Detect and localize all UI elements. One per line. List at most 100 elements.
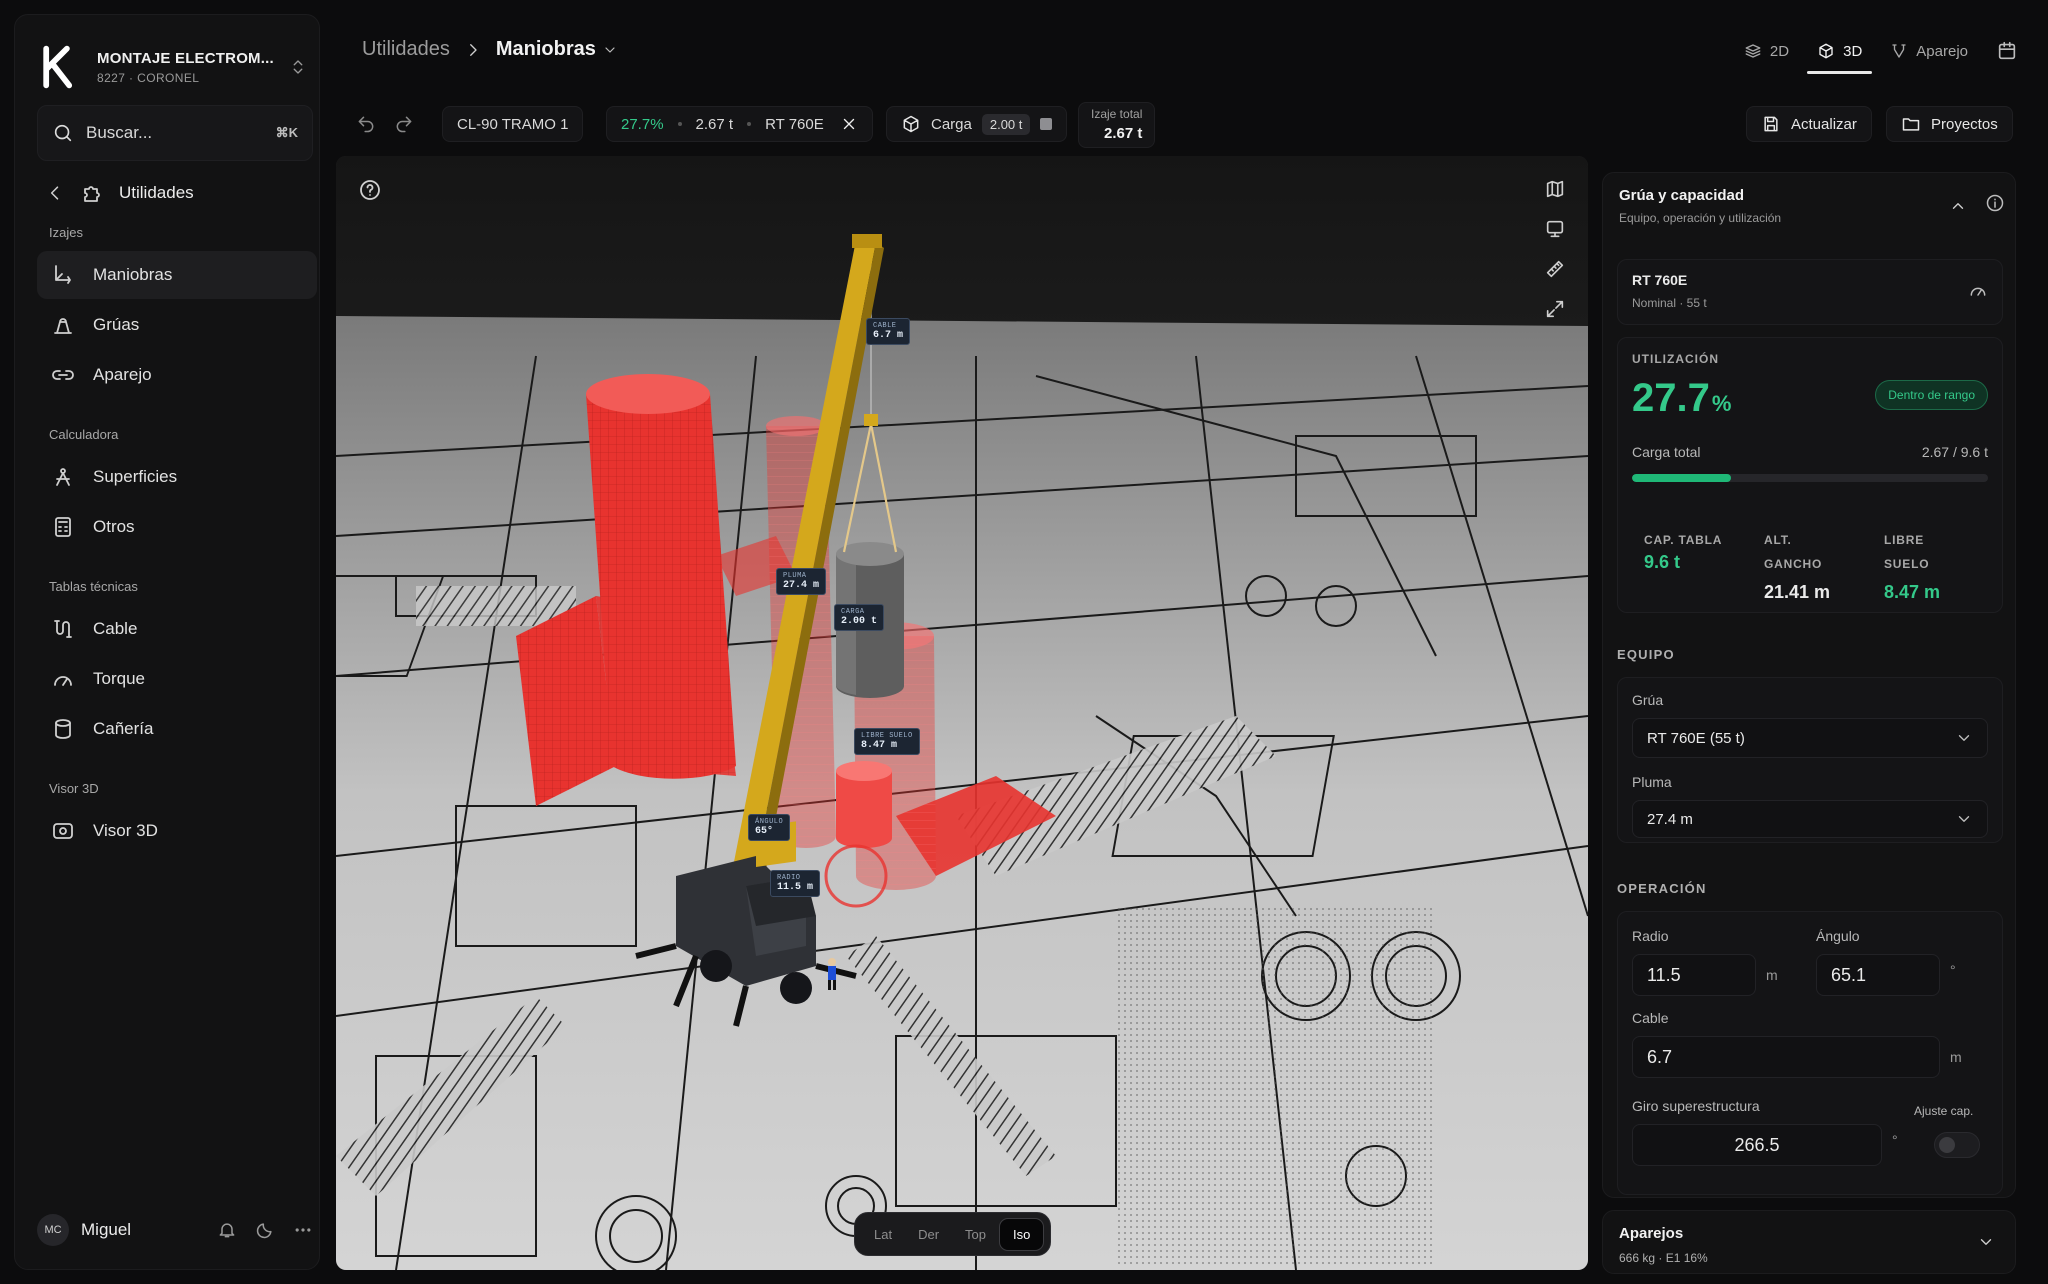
ruler-icon[interactable] — [1544, 258, 1566, 280]
tag-value: 2.00 t — [841, 616, 878, 627]
camera-lat-button[interactable]: Lat — [861, 1219, 905, 1250]
camera-der-button[interactable]: Der — [905, 1219, 952, 1250]
obstacle-drum — [836, 761, 892, 848]
tag-key: CARGA — [841, 608, 865, 616]
puzzle-icon — [81, 181, 105, 205]
undo-icon[interactable] — [356, 114, 376, 134]
sidebar-item-label: Maniobras — [93, 265, 173, 284]
breadcrumb: Utilidades Maniobras — [362, 38, 618, 61]
surface-icon — [51, 465, 75, 489]
tab-2d[interactable]: 2D — [1734, 34, 1799, 68]
radius-input[interactable]: 11.5 — [1632, 954, 1756, 996]
angle-unit: ° — [1950, 962, 1956, 978]
sidebar-item-label: Torque — [93, 669, 145, 688]
close-icon[interactable] — [840, 115, 858, 133]
package-icon — [901, 114, 921, 134]
redo-icon[interactable] — [394, 114, 414, 134]
stat-value: 8.47 m — [1884, 582, 1941, 602]
utilization-value: 27.7% — [1632, 376, 1731, 421]
moon-icon[interactable] — [255, 1220, 275, 1240]
more-icon[interactable] — [293, 1220, 313, 1240]
tag-key: LIBRE SUELO — [861, 732, 913, 740]
angle-field-label: Ángulo — [1816, 928, 1860, 944]
projects-label: Proyectos — [1931, 115, 1998, 133]
sidebar-item-superficies[interactable]: Superficies — [37, 453, 317, 501]
total-lift-readout: Izaje total 2.67 t — [1078, 102, 1156, 148]
sidebar-item-caneria[interactable]: Cañería — [37, 705, 317, 753]
crane-card: RT 760E Nominal · 55 t — [1617, 259, 2003, 325]
sidebar-item-label: Grúas — [93, 315, 140, 334]
tab-label: Aparejo — [1916, 42, 1968, 60]
cable-field-label: Cable — [1632, 1010, 1669, 1026]
expand-icon[interactable] — [1544, 298, 1566, 320]
tab-3d[interactable]: 3D — [1807, 34, 1873, 74]
cable-input[interactable]: 6.7 — [1632, 1036, 1940, 1078]
crane-select[interactable]: RT 760E (55 t) — [1632, 718, 1988, 758]
tab-aparejo[interactable]: Aparejo — [1880, 34, 1978, 68]
slew-input[interactable]: 266.5 — [1632, 1124, 1882, 1166]
angle-input[interactable]: 65.1 — [1816, 954, 1940, 996]
tag-key: RADIO — [777, 874, 801, 882]
back-label: Utilidades — [119, 183, 194, 202]
projects-button[interactable]: Proyectos — [1886, 106, 2013, 142]
3d-viewport[interactable]: CABLE 6.7 m PLUMA 27.4 m CARGA 2.00 t LI… — [336, 156, 1588, 1270]
crane-name: RT 760E — [1632, 272, 1688, 288]
total-load-label: Carga total — [1632, 444, 1701, 460]
chevron-down-icon — [1977, 1233, 1995, 1251]
section-tablas: Tablas técnicas — [49, 579, 138, 594]
back-to-utilidades[interactable]: Utilidades — [45, 181, 194, 205]
chevron-up-icon[interactable] — [1949, 197, 1967, 215]
org-code: 8227 · CORONEL — [97, 70, 200, 85]
annotation-icon[interactable] — [1544, 218, 1566, 240]
utilization-unit: % — [1711, 391, 1732, 416]
status-badge: Dentro de rango — [1875, 380, 1988, 410]
camera-view-switcher: Lat Der Top Iso — [854, 1212, 1052, 1256]
stat-label: ALT. — [1764, 533, 1792, 547]
search-icon — [52, 122, 74, 144]
update-label: Actualizar — [1791, 115, 1857, 133]
gauge-icon — [1968, 280, 1988, 300]
tag-value: 6.7 m — [873, 330, 904, 341]
camera-iso-button[interactable]: Iso — [999, 1217, 1045, 1251]
calendar-icon[interactable] — [1996, 40, 2018, 62]
user-menu[interactable]: MC Miguel — [37, 1205, 313, 1255]
panel-subtitle: Equipo, operación y utilización — [1619, 211, 1782, 225]
stat-hook-height: ALT. GANCHO 21.41 m — [1764, 528, 1830, 603]
stat-table-capacity: CAP. TABLA 9.6 t — [1644, 528, 1722, 573]
info-icon[interactable] — [1985, 193, 2005, 213]
camera-top-button[interactable]: Top — [952, 1219, 999, 1250]
folder-icon — [1901, 114, 1921, 134]
load-label: Carga — [931, 115, 972, 133]
radius-field-label: Radio — [1632, 928, 1669, 944]
sidebar-item-cable[interactable]: Cable — [37, 605, 317, 653]
sidebar-item-visor-3d[interactable]: Visor 3D — [37, 807, 317, 855]
chevron-down-icon[interactable] — [602, 42, 618, 58]
boom-select[interactable]: 27.4 m — [1632, 800, 1988, 838]
tag-value: 8.47 m — [861, 740, 898, 751]
section-calculadora: Calculadora — [49, 427, 119, 442]
search-shortcut: ⌘K — [275, 125, 298, 140]
sidebar-item-otros[interactable]: Otros — [37, 503, 317, 551]
breadcrumb-current[interactable]: Maniobras — [496, 38, 596, 61]
capacity-adjust-toggle[interactable] — [1934, 1132, 1980, 1158]
map-icon[interactable] — [1544, 178, 1566, 200]
sidebar-item-gruas[interactable]: Grúas — [37, 301, 317, 349]
help-icon[interactable] — [358, 178, 382, 202]
separator-dot — [747, 122, 752, 126]
operation-card: Radio 11.5 m Ángulo 65.1 ° Cable 6.7 m G… — [1617, 911, 2003, 1195]
sidebar-item-aparejo[interactable]: Aparejo — [37, 351, 317, 399]
load-chip[interactable]: Carga 2.00 t — [886, 106, 1068, 142]
search-input[interactable]: Buscar... ⌘K — [37, 105, 313, 161]
aparejos-panel[interactable]: Aparejos 666 kg · E1 16% — [1602, 1210, 2016, 1274]
org-switcher[interactable]: MONTAJE ELECTROM... 8227 · CORONEL — [37, 33, 307, 101]
update-button[interactable]: Actualizar — [1746, 106, 1872, 142]
3d-scene[interactable] — [336, 156, 1588, 1270]
sidebar-item-torque[interactable]: Torque — [37, 655, 317, 703]
breadcrumb-parent[interactable]: Utilidades — [362, 38, 450, 61]
bell-icon[interactable] — [217, 1220, 237, 1240]
project-chip[interactable]: CL-90 TRAMO 1 — [442, 106, 584, 142]
sidebar-item-maniobras[interactable]: Maniobras — [37, 251, 317, 299]
viewport-tools — [1544, 178, 1566, 338]
stat-label: LIBRE — [1884, 533, 1924, 547]
utilization-progress-bar — [1632, 474, 1988, 482]
